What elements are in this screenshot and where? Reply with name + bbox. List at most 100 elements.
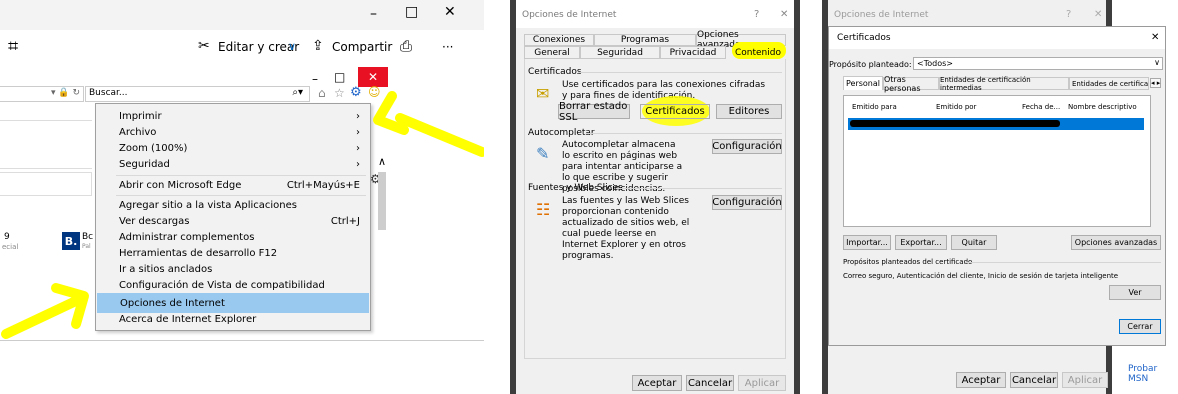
purpose-value: <Todos> [917, 59, 953, 68]
behind-cancel-button[interactable]: Cancelar [1010, 372, 1058, 388]
advanced-options-button[interactable]: Opciones avanzadas [1071, 235, 1161, 250]
tab-programs[interactable]: Programas [594, 34, 696, 46]
markup-icon: ✂ [198, 38, 210, 54]
close-dialog-button[interactable]: Cerrar [1119, 319, 1161, 334]
certificate-icon: ✉ [536, 84, 550, 103]
share-icon: ⇪ [312, 38, 324, 54]
feeds-description: Las fuentes y las Web Slices proporciona… [562, 196, 690, 261]
address-icons: ▾ 🔒 ↻ [51, 88, 80, 98]
more-button[interactable]: ··· [442, 40, 453, 54]
address-bar[interactable]: ▾ 🔒 ↻ [0, 86, 84, 102]
group-line [616, 188, 782, 189]
internet-options-dialog: Opciones de Internet ? ✕ Conexiones Prog… [510, 0, 800, 394]
tab-root[interactable]: Entidades de certificaci [1069, 77, 1149, 90]
bg-fragment: Bc [82, 232, 94, 242]
purposes-text: Correo seguro, Autenticación del cliente… [843, 272, 1119, 280]
page-input[interactable] [0, 172, 92, 196]
close-button[interactable]: ✕ [444, 4, 456, 20]
view-button[interactable]: Ver [1109, 285, 1161, 300]
purpose-label: Propósito planteado: [829, 60, 912, 69]
purpose-select[interactable]: <Todos> ∨ [913, 57, 1163, 70]
tab-personal[interactable]: Personal [843, 76, 883, 90]
tab-scroll-icon[interactable]: ◂ ▸ [1150, 78, 1162, 88]
group-line [586, 133, 782, 134]
close-button[interactable]: ✕ [780, 9, 788, 20]
search-icon[interactable]: ⌕▾ [292, 87, 303, 98]
page-bottom-line [0, 340, 484, 341]
chevron-down-icon[interactable]: ∨ [288, 40, 296, 53]
gear-icon[interactable]: ⚙ [350, 85, 362, 100]
behind-apply-button[interactable]: Aplicar [1062, 372, 1108, 388]
tab-intermediate[interactable]: Entidades de certificación intermedias [939, 76, 1069, 92]
redaction-mark [850, 120, 1060, 127]
highlight-arrow-icon [1, 283, 89, 339]
cert-list[interactable]: Emitido para Emitido por Fecha de... Nom… [843, 95, 1151, 227]
ie-minimize-button[interactable]: – [312, 72, 318, 86]
b-logo: B. [62, 232, 80, 250]
minimize-button[interactable]: – [370, 6, 377, 22]
tab-security[interactable]: Seguridad [580, 46, 660, 59]
home-icon[interactable]: ⌂ [318, 86, 326, 100]
scrollbar-thumb[interactable] [378, 172, 386, 230]
ie-restore-button[interactable]: □ [334, 70, 345, 84]
behind-help: ? [1066, 9, 1072, 20]
cert-dialog-title: Certificados [837, 33, 891, 43]
apply-button[interactable]: Aplicar [738, 375, 786, 391]
tab-connections[interactable]: Conexiones [524, 34, 594, 46]
col-friendly-name[interactable]: Nombre descriptivo [1068, 103, 1137, 111]
clear-ssl-button[interactable]: Borrar estado SSL [558, 101, 630, 123]
bg-fragment: Pal [82, 243, 91, 250]
menu-item-about[interactable]: Acerca de Internet Explorer [96, 309, 370, 329]
behind-ok-button[interactable]: Aceptar [956, 372, 1006, 388]
col-date[interactable]: Fecha de... [1022, 103, 1060, 111]
ie-close-button[interactable]: ✕ [358, 67, 388, 87]
autocomplete-icon: ✎ [536, 144, 550, 163]
group-line [578, 72, 782, 73]
menu-item-open-edge[interactable]: Abrir con Microsoft Edge Ctrl+Mayús+E [96, 175, 370, 195]
col-issued-to[interactable]: Emitido para [852, 103, 897, 111]
certificates-button[interactable]: Certificados [640, 104, 710, 119]
highlight-arrow-icon [373, 91, 484, 157]
purposes-group: Propósitos planteados del certificado [843, 258, 973, 266]
col-issued-by[interactable]: Emitido por [936, 103, 976, 111]
cert-title-bar: Certificados ✕ [829, 27, 1165, 49]
bg-fragment: 9 [4, 232, 10, 242]
star-icon[interactable]: ☆ [334, 86, 345, 100]
maximize-button[interactable]: □ [405, 4, 418, 20]
autocomplete-settings-button[interactable]: Configuración [712, 139, 782, 154]
group-autocomplete: Autocompletar [528, 128, 595, 138]
ie-browser-panel: – □ ✕ ⌗ ✂ Editar y crear ∨ ⇪ Compartir ⎙… [0, 0, 484, 345]
certificates-dialog: Certificados ✕ Propósito planteado: <Tod… [828, 26, 1166, 346]
group-certificates: Certificados [528, 67, 582, 77]
share-button[interactable]: Compartir [332, 40, 392, 54]
search-input[interactable]: Buscar... [89, 88, 128, 98]
help-button[interactable]: ? [754, 9, 759, 20]
tab-general[interactable]: General [524, 46, 580, 59]
feeds-icon: ☷ [536, 200, 551, 219]
behind-title: Opciones de Internet [834, 10, 929, 20]
crop-icon[interactable]: ⌗ [8, 36, 18, 57]
publishers-button[interactable]: Editores [716, 104, 782, 119]
menu-item-compat[interactable]: Configuración de Vista de compatibilidad [96, 275, 370, 295]
chevron-down-icon[interactable]: ∨ [1154, 58, 1160, 67]
feeds-settings-button[interactable]: Configuración [712, 195, 782, 210]
tab-others[interactable]: Otras personas [883, 75, 939, 93]
cancel-button[interactable]: Cancelar [686, 375, 734, 391]
remove-button[interactable]: Quitar [951, 235, 997, 250]
behind-close: ✕ [1094, 9, 1103, 20]
tools-menu: Imprimir › Archivo › Zoom (100%) › Segurida… [95, 103, 371, 331]
menu-item-security[interactable]: Seguridad › [96, 154, 370, 174]
export-button[interactable]: Exportar... [895, 235, 947, 250]
page-divider [0, 168, 92, 169]
probar-msn-link[interactable]: Probar MSN [1128, 364, 1178, 384]
bg-fragment: ecial [2, 243, 19, 251]
dialog-title-bar: Opciones de Internet ? ✕ [516, 0, 794, 28]
close-button[interactable]: ✕ [1151, 32, 1159, 43]
print-icon[interactable]: ⎙ [400, 37, 412, 55]
ok-button[interactable]: Aceptar [632, 375, 682, 391]
import-button[interactable]: Importar... [843, 235, 891, 250]
group-feeds: Fuentes y Web Slices [528, 183, 623, 193]
tab-content[interactable]: Contenido [730, 46, 786, 59]
tab-privacy[interactable]: Privacidad [660, 46, 726, 59]
search-box[interactable]: Buscar... ⌕▾ [85, 86, 310, 102]
